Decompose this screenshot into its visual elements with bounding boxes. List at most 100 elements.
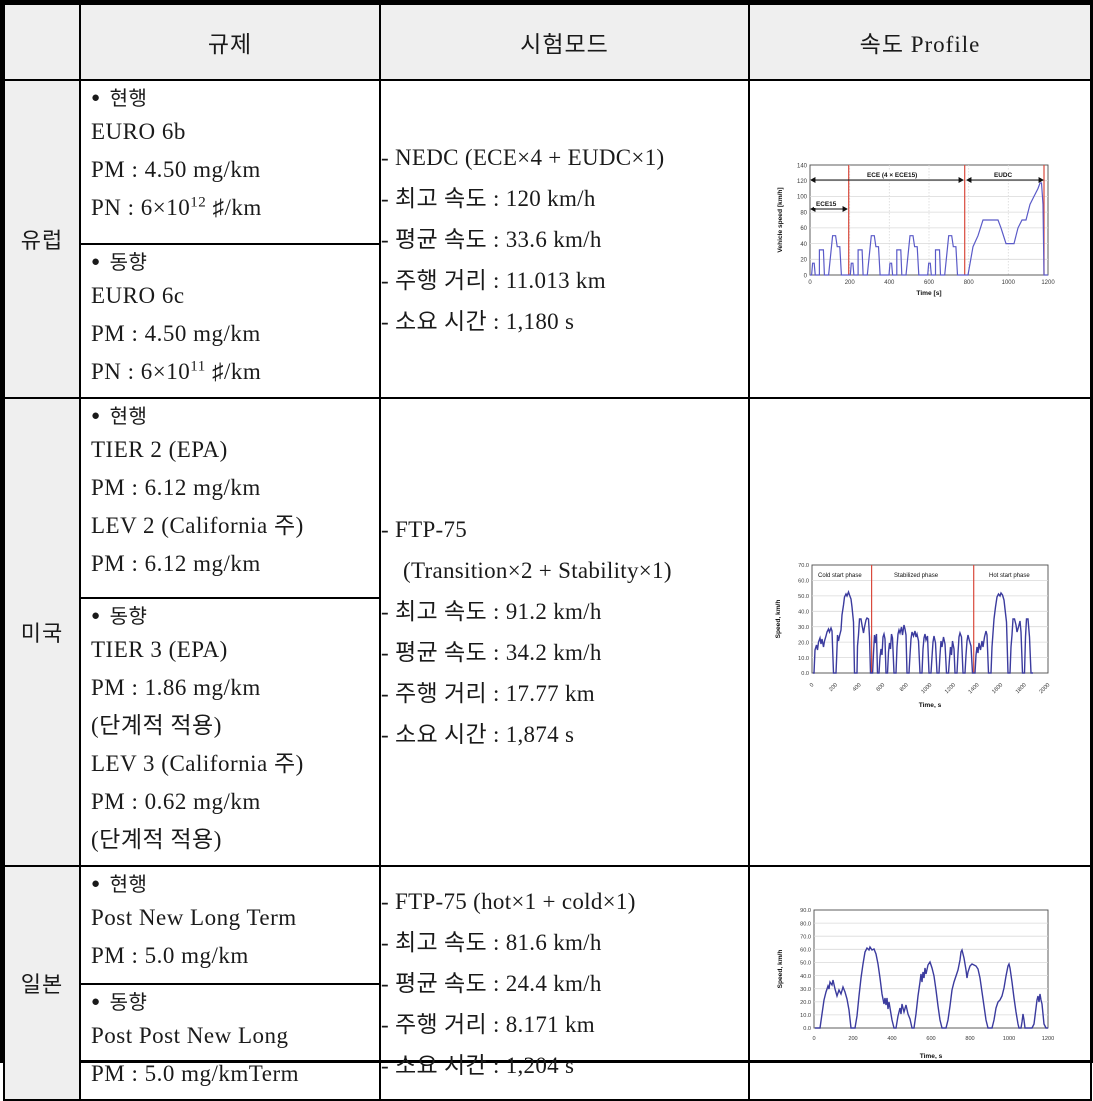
regulation-line: EURO 6c [91,283,185,308]
regulation-cell-japan: ● 현행 Post New Long Term PM : 5.0 mg/km ● 동… [79,865,381,1101]
svg-text:Vehicle speed [km/h]: Vehicle speed [km/h] [777,187,784,252]
test-mode-line: - 소요 시간 : 1,874 s [381,722,575,747]
svg-text:400: 400 [887,1036,896,1042]
bullet-dot-icon: ● [91,90,101,106]
block-bullet-label: ● 현행 [91,874,148,896]
regulation-line: PM : 1.86 mg/km [91,675,261,700]
test-mode-line: - 평균 속도 : 34.2 km/h [381,640,602,665]
test-mode-line: - 주행 거리 : 11.013 km [381,267,606,293]
svg-text:800: 800 [899,682,910,693]
svg-text:ECE15: ECE15 [816,201,837,208]
test-mode-cell-japan: - FTP-75 (hot×1 + cold×1) - 최고 속도 : 81.6… [379,865,750,1101]
svg-text:40.0: 40.0 [800,973,811,979]
regulation-table: 규제 시험모드 속도 Profile 유럽 ● 현행 EURO 6b PM : 4… [3,3,1092,1101]
header-test-mode: 시험모드 [379,3,750,81]
svg-text:70.0: 70.0 [800,934,811,940]
bullet-dot-icon: ● [91,408,101,424]
regulation-line: PM : 5.0 mg/kmTerm [91,1061,300,1086]
nedc-speed-profile-chart: 0 20 40 60 80 100 120 140 0 200 400 600 … [770,147,1070,327]
svg-text:1200: 1200 [944,682,957,695]
regulation-block-current: ● 현행 Post New Long Term PM : 5.0 mg/km [81,867,379,985]
test-mode-line: - NEDC (ECE×4 + EUDC×1) [381,144,665,170]
regulation-line: LEV 2 (California 주) [91,513,304,538]
svg-text:30.0: 30.0 [798,625,809,631]
svg-text:Time, s: Time, s [919,702,942,709]
svg-text:20: 20 [800,257,807,263]
svg-text:600: 600 [926,1036,935,1042]
test-mode-line: - 평균 속도 : 24.4 km/h [381,970,602,996]
svg-text:0: 0 [809,682,815,688]
svg-text:Time [s]: Time [s] [916,290,941,297]
regulation-cell-usa: ● 현행 TIER 2 (EPA) PM : 6.12 mg/km LEV 2 (… [79,397,381,867]
region-label-japan: 일본 [3,865,81,1101]
svg-text:ECE (4 × ECE15): ECE (4 × ECE15) [867,172,917,179]
svg-text:600: 600 [875,682,886,693]
regulation-line: PM : 0.62 mg/km [91,789,261,814]
svg-text:60.0: 60.0 [800,947,811,953]
svg-text:1000: 1000 [920,682,933,695]
test-mode-line: - 평균 속도 : 33.6 km/h [381,226,602,252]
regulation-line: TIER 2 (EPA) [91,437,228,462]
table-row: 일본 ● 현행 Post New Long Term PM : 5.0 mg/km… [3,865,1092,1101]
regulation-block-trend: ● 동향 TIER 3 (EPA) PM : 1.86 mg/km (단계적 적용… [81,598,379,865]
svg-text:90.0: 90.0 [800,908,811,914]
svg-text:10.0: 10.0 [798,656,809,662]
test-mode-line: - FTP-75 (hot×1 + cold×1) [381,888,636,914]
speed-profile-cell-japan: 0.0 10.0 20.0 30.0 40.0 50.0 60.0 70.0 8… [748,865,1092,1101]
block-bullet-label: ● 현행 [91,406,148,428]
svg-text:40: 40 [800,241,807,247]
header-speed-profile: 속도 Profile [748,3,1092,81]
svg-text:Cold start phase: Cold start phase [818,573,862,579]
regulation-line: PM : 4.50 mg/km [91,321,261,346]
svg-text:200: 200 [848,1036,857,1042]
ftp75-speed-profile-chart: 0.0 10.0 20.0 30.0 40.0 50.0 60.0 70.0 0 [770,537,1070,722]
bullet-dot-icon: ● [91,608,101,624]
region-label-europe: 유럽 [3,79,81,399]
svg-text:Speed, km/h: Speed, km/h [775,600,782,639]
regulation-line: (단계적 적용) [91,827,222,852]
table-row: 유럽 ● 현행 EURO 6b PM : 4.50 mg/km PN : 6×10… [3,79,1092,399]
test-mode-line: - 소요 시간 : 1,180 s [381,308,575,334]
speed-profile-cell-europe: 0 20 40 60 80 100 120 140 0 200 400 600 … [748,79,1092,399]
regulation-line: (단계적 적용) [91,713,222,738]
svg-text:1200: 1200 [1042,1036,1054,1042]
svg-text:200: 200 [828,682,839,693]
speed-profile-cell-usa: 0.0 10.0 20.0 30.0 40.0 50.0 60.0 70.0 0 [748,397,1092,867]
regulation-cell-europe: ● 현행 EURO 6b PM : 4.50 mg/km PN : 6×1012 … [79,79,381,399]
regulation-line: Post New Long Term [91,905,297,930]
test-mode-line: (Transition×2 + Stability×1) [403,558,672,583]
svg-text:80: 80 [800,210,807,216]
block-bullet-label: ● 현행 [91,88,148,110]
bullet-dot-icon: ● [91,994,101,1010]
regulation-line: EURO 6b [91,119,186,144]
test-mode-line: - 소요 시간 : 1,204 s [381,1052,575,1078]
test-mode-line: - 최고 속도 : 120 km/h [381,185,596,211]
test-mode-line: - 주행 거리 : 8.171 km [381,1011,595,1037]
svg-text:0: 0 [808,280,812,286]
regulation-line-pn: PN : 6×1012 ♯/km [91,194,262,220]
test-mode-cell-usa: - FTP-75 (Transition×2 + Stability×1) - … [379,397,750,867]
regulation-line: PM : 4.50 mg/km [91,157,261,182]
svg-text:60.0: 60.0 [798,579,809,585]
svg-text:800: 800 [965,1036,974,1042]
svg-text:0: 0 [804,273,808,279]
svg-text:20.0: 20.0 [798,640,809,646]
header-regulation: 규제 [79,3,381,81]
svg-text:0.0: 0.0 [803,1026,811,1032]
svg-text:60: 60 [800,226,807,232]
test-mode-cell-europe: - NEDC (ECE×4 + EUDC×1) - 최고 속도 : 120 km… [379,79,750,399]
bullet-dot-icon: ● [91,876,101,892]
svg-text:80.0: 80.0 [800,921,811,927]
svg-text:1200: 1200 [1041,280,1055,286]
svg-text:20.0: 20.0 [800,1000,811,1006]
svg-text:Stabilized phase: Stabilized phase [894,573,939,579]
block-bullet-label: ● 동향 [91,606,148,628]
svg-text:0.0: 0.0 [801,671,809,677]
svg-text:400: 400 [884,280,895,286]
svg-text:70.0: 70.0 [798,563,809,569]
jc08-speed-profile-chart: 0.0 10.0 20.0 30.0 40.0 50.0 60.0 70.0 8… [770,886,1070,1076]
test-mode-line: - 주행 거리 : 17.77 km [381,681,595,706]
svg-text:600: 600 [924,280,935,286]
regulation-line: PM : 6.12 mg/km [91,475,261,500]
regulation-line: LEV 3 (California 주) [91,751,304,776]
